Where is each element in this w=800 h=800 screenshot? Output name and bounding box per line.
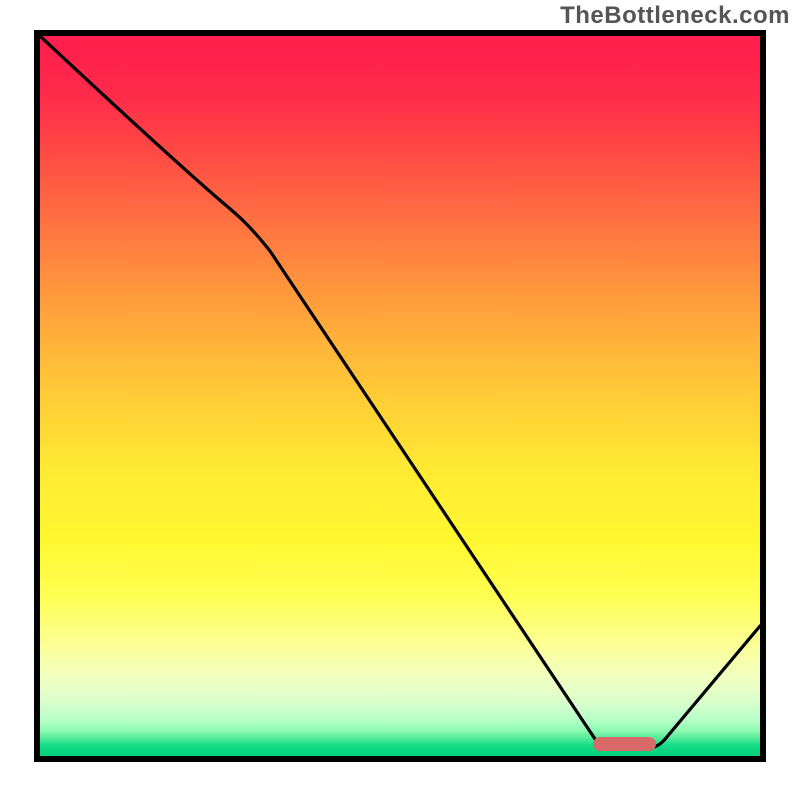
chart-frame bbox=[34, 30, 766, 762]
watermark-text: TheBottleneck.com bbox=[560, 2, 790, 30]
optimal-region-marker bbox=[593, 737, 656, 751]
chart-container: TheBottleneck.com bbox=[0, 0, 800, 800]
curve-path bbox=[40, 36, 760, 748]
bottleneck-curve bbox=[40, 36, 760, 756]
plot-area bbox=[40, 36, 760, 756]
